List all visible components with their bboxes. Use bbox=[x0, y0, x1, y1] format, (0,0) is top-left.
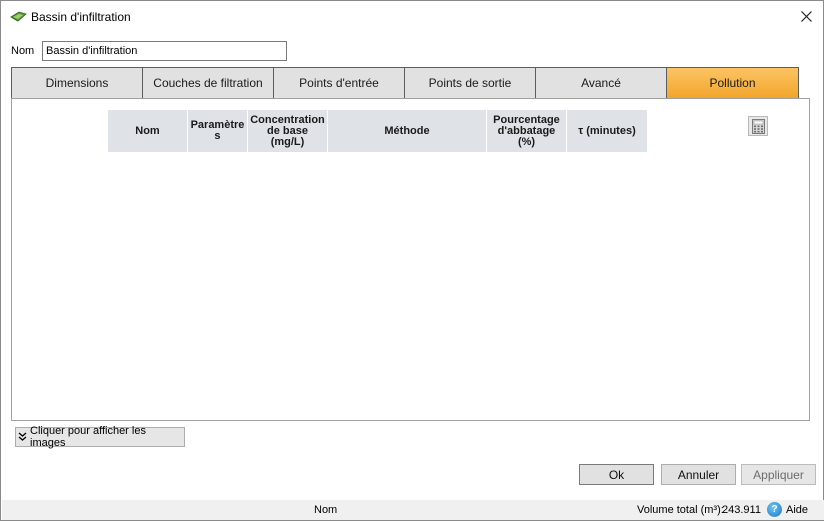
column-header-name[interactable]: Nom bbox=[108, 110, 188, 152]
cancel-button[interactable]: Annuler bbox=[661, 464, 736, 485]
dialog-window: Bassin d'infiltration Nom Dimensions Cou… bbox=[0, 0, 824, 521]
title-bar: Bassin d'infiltration bbox=[1, 1, 823, 33]
window-title: Bassin d'infiltration bbox=[31, 10, 131, 24]
status-bar: Nom Volume total (m³): 243.911 ? Aide bbox=[2, 500, 824, 520]
pollution-panel: Nom Paramètre s Concentration de base (m… bbox=[11, 98, 810, 421]
column-header-parameters[interactable]: Paramètre s bbox=[188, 110, 248, 152]
column-header-abatement-percentage[interactable]: Pourcentage d'abbatage (%) bbox=[487, 110, 567, 152]
help-link[interactable]: Aide bbox=[786, 504, 808, 516]
help-icon[interactable]: ? bbox=[767, 502, 782, 517]
status-volume-label: Volume total (m³): bbox=[637, 504, 724, 516]
apply-button[interactable]: Appliquer bbox=[741, 464, 816, 485]
calculator-button[interactable] bbox=[748, 116, 768, 136]
double-chevron-down-icon bbox=[18, 432, 27, 443]
status-name: Nom bbox=[314, 504, 338, 516]
tab-bar: Dimensions Couches de filtration Points … bbox=[11, 67, 799, 99]
infiltration-basin-icon bbox=[10, 10, 27, 23]
tab-pollution[interactable]: Pollution bbox=[666, 67, 799, 99]
calculator-icon bbox=[751, 118, 765, 134]
column-header-tau-minutes[interactable]: τ (minutes) bbox=[567, 110, 648, 152]
tab-dimensions[interactable]: Dimensions bbox=[11, 67, 142, 99]
status-volume-value: 243.911 bbox=[722, 504, 761, 516]
show-images-label: Cliquer pour afficher les images bbox=[30, 425, 146, 449]
close-button[interactable] bbox=[789, 1, 823, 31]
name-label: Nom bbox=[11, 45, 35, 57]
tab-exit-points[interactable]: Points de sortie bbox=[404, 67, 535, 99]
name-field[interactable] bbox=[42, 41, 287, 61]
column-header-base-concentration[interactable]: Concentration de base (mg/L) bbox=[248, 110, 328, 152]
pollution-grid-header: Nom Paramètre s Concentration de base (m… bbox=[108, 110, 648, 152]
column-header-method[interactable]: Méthode bbox=[328, 110, 487, 152]
show-images-button[interactable]: Cliquer pour afficher les images bbox=[15, 425, 185, 449]
ok-button[interactable]: Ok bbox=[579, 464, 654, 485]
tab-entry-points[interactable]: Points d'entrée bbox=[273, 67, 404, 99]
tab-advanced[interactable]: Avancé bbox=[535, 67, 666, 99]
close-icon bbox=[800, 10, 812, 22]
tab-filtration-layers[interactable]: Couches de filtration bbox=[142, 67, 273, 99]
